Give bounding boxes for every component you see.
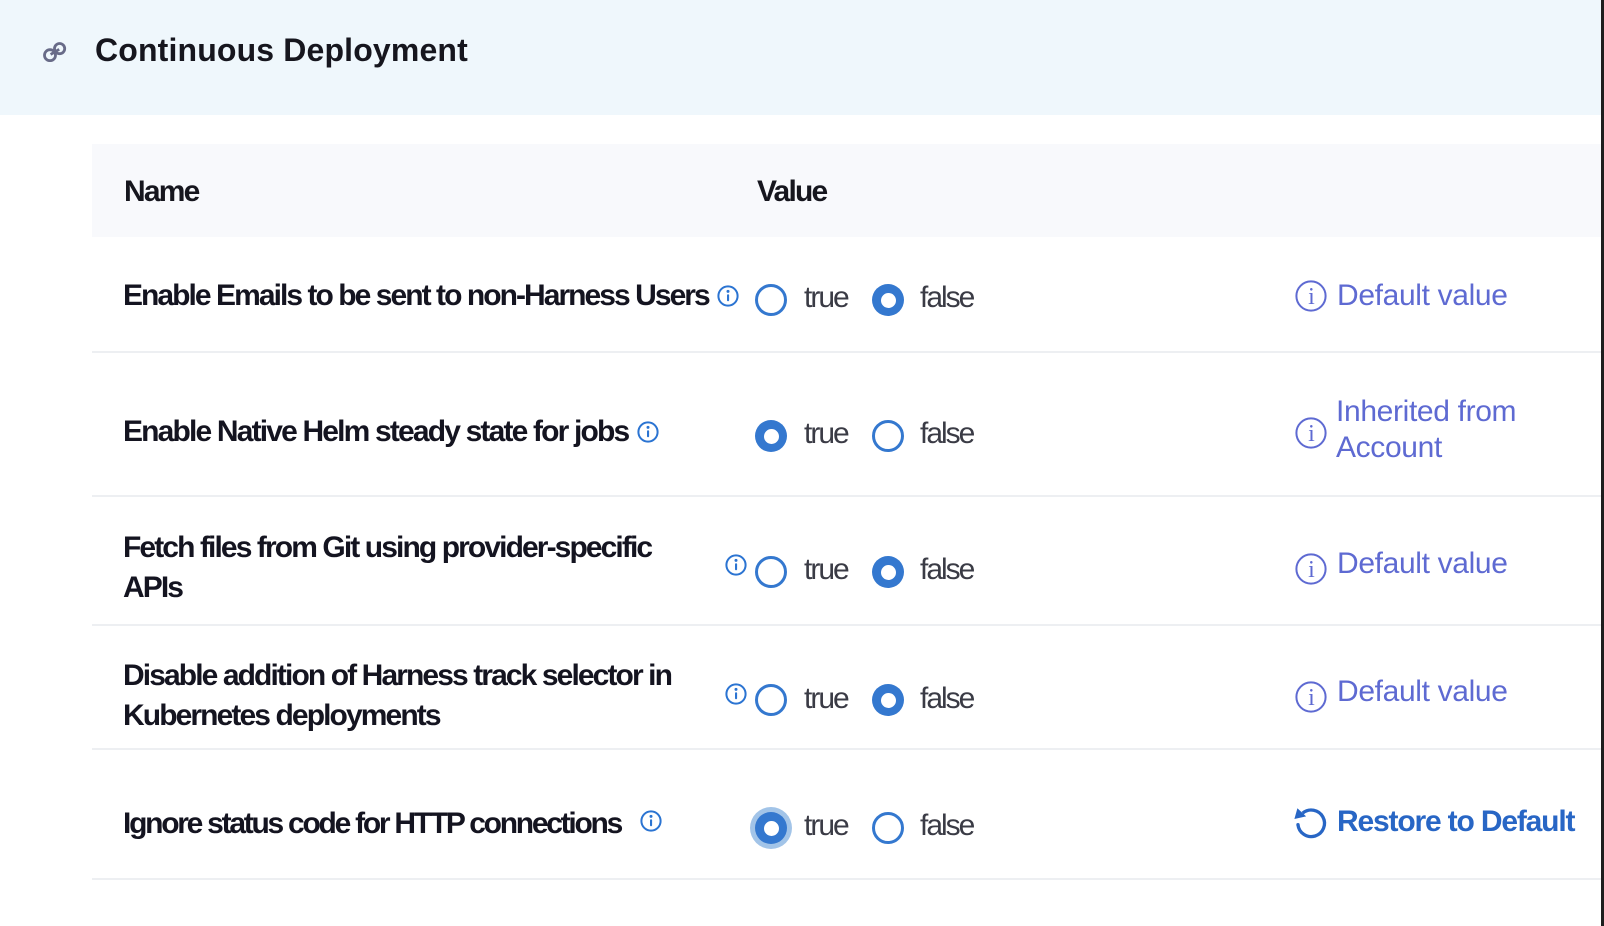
svg-text:i: i bbox=[1308, 685, 1315, 711]
svg-text:i: i bbox=[1308, 557, 1315, 583]
svg-text:i: i bbox=[1308, 421, 1315, 447]
svg-text:i: i bbox=[1308, 284, 1315, 310]
